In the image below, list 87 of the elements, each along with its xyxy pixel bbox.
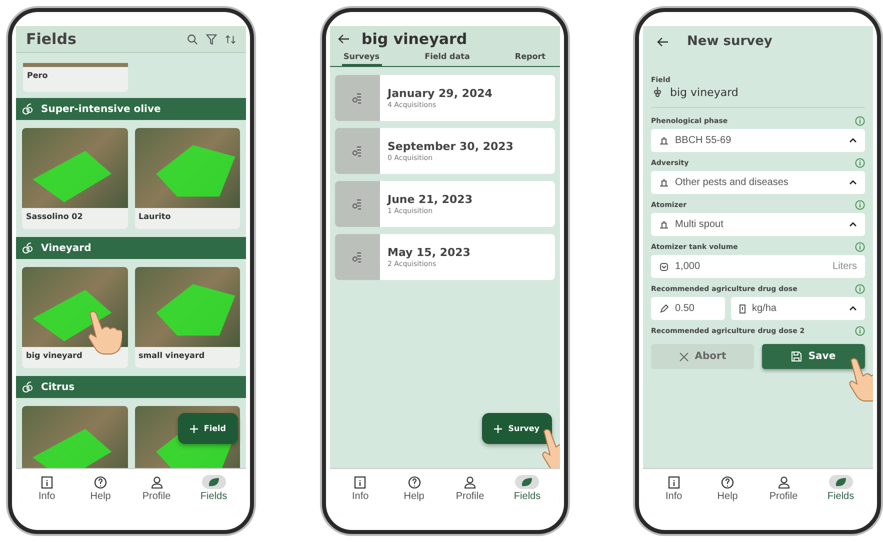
screen-title: Fields — [26, 30, 76, 48]
info-icon[interactable] — [855, 242, 865, 252]
survey-date: June 21, 2023 — [388, 193, 472, 206]
tab[interactable]: Field data — [422, 50, 472, 66]
nav-tab[interactable]: Profile — [456, 475, 484, 502]
crop-icon — [22, 242, 33, 254]
back-arrow-icon[interactable] — [657, 36, 669, 46]
sort-icon[interactable] — [225, 34, 236, 44]
field-card[interactable]: small vineyard — [134, 267, 240, 368]
dropdown-field[interactable]: Multi spout — [651, 213, 865, 236]
survey-date: January 29, 2024 — [388, 87, 492, 100]
survey-date: September 30, 2023 — [388, 140, 514, 153]
close-icon — [678, 352, 689, 362]
tank-icon — [659, 262, 669, 272]
screen-title: big vineyard — [362, 30, 468, 48]
nav-tab[interactable]: Info — [34, 475, 59, 502]
filter-icon[interactable] — [206, 34, 217, 44]
survey-icon — [352, 198, 362, 210]
pencil-icon — [659, 304, 669, 314]
field-card[interactable]: big vineyard — [22, 267, 128, 368]
survey-icon — [352, 145, 362, 157]
save-button[interactable]: Save — [762, 344, 865, 369]
add-survey-button[interactable]: Survey — [482, 413, 552, 444]
crop-icon — [22, 381, 33, 393]
caret-up-icon — [849, 138, 857, 143]
info-icon[interactable] — [855, 158, 865, 168]
info-icon — [354, 476, 366, 488]
dropdown-field[interactable]: BBCH 55-69 — [651, 129, 865, 152]
crop-icon — [22, 103, 33, 115]
leaf-icon — [520, 476, 534, 488]
add-field-button[interactable]: Field — [178, 413, 238, 444]
dropdown-field[interactable]: Other pests and diseases — [651, 171, 865, 194]
field-name: big vineyard — [670, 86, 738, 99]
leaf-icon — [834, 476, 848, 488]
category-header: Citrus — [16, 376, 246, 398]
field-card[interactable]: Pero — [23, 63, 128, 92]
tab[interactable]: Surveys — [342, 50, 382, 66]
field-card[interactable]: Laurito — [134, 128, 240, 229]
search-icon[interactable] — [187, 34, 198, 44]
nav-tab[interactable]: Help — [88, 475, 113, 502]
nav-tab[interactable]: Profile — [769, 475, 798, 502]
nav-tab[interactable]: Help — [716, 475, 740, 502]
screen-title: New survey — [687, 34, 772, 49]
input-field[interactable]: 1,000 Liters — [651, 255, 865, 278]
option-icon — [659, 136, 669, 146]
nav-tab[interactable]: Profile — [142, 475, 171, 502]
nav-tab[interactable]: Fields — [827, 475, 854, 502]
help-icon — [94, 476, 108, 488]
option-icon — [659, 178, 669, 188]
field-card[interactable]: Sassolino 02 — [22, 128, 128, 229]
help-icon — [721, 476, 734, 488]
nav-tab[interactable]: Fields — [200, 475, 228, 502]
abort-button[interactable]: Abort — [651, 344, 754, 369]
input-field[interactable]: 0.50 — [651, 297, 725, 320]
plus-icon — [494, 424, 502, 432]
info-icon — [668, 476, 680, 488]
satellite-photo[interactable] — [22, 406, 128, 468]
help-icon — [408, 476, 421, 488]
dropdown-field[interactable]: kg/ha — [731, 297, 865, 320]
category-header: Super-intensive olive — [16, 98, 246, 120]
survey-icon — [352, 251, 362, 263]
info-icon[interactable] — [855, 200, 865, 210]
save-icon — [791, 351, 802, 362]
option-icon — [659, 220, 669, 230]
bottle-icon — [739, 304, 746, 314]
person-icon — [150, 476, 162, 488]
nav-tab[interactable]: Info — [662, 475, 686, 502]
back-arrow-icon[interactable] — [338, 34, 350, 44]
caret-up-icon — [849, 306, 857, 311]
info-icon[interactable] — [855, 284, 865, 294]
info-icon — [40, 476, 53, 488]
survey-date: May 15, 2023 — [388, 246, 470, 259]
caret-up-icon — [849, 222, 857, 227]
leaf-icon — [206, 476, 221, 488]
person-icon — [778, 476, 790, 488]
survey-icon — [352, 92, 362, 104]
caret-up-icon — [849, 180, 857, 185]
nav-tab[interactable]: Info — [348, 475, 372, 502]
plus-icon — [190, 424, 198, 432]
nav-tab[interactable]: Fields — [514, 475, 541, 502]
info-icon[interactable] — [855, 116, 865, 126]
nav-tab[interactable]: Help — [402, 475, 426, 502]
grape-icon — [653, 87, 662, 98]
person-icon — [464, 476, 476, 488]
info-icon[interactable] — [855, 326, 865, 336]
category-header: Vineyard — [16, 237, 246, 259]
tab[interactable]: Report — [512, 50, 548, 66]
